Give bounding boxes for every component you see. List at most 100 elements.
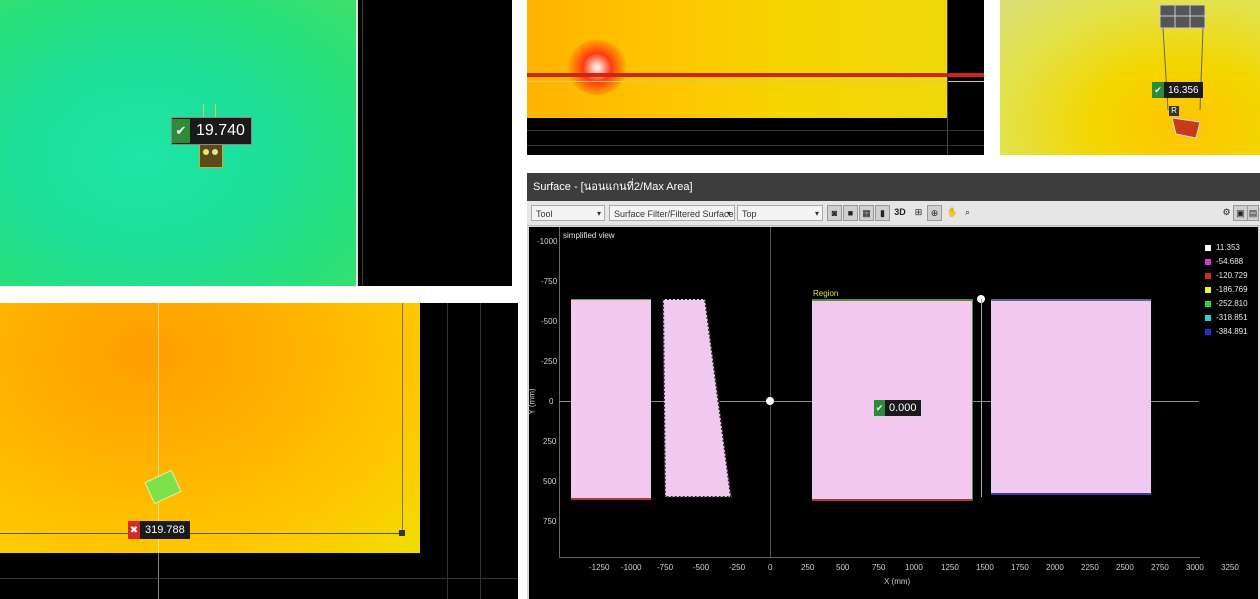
view-mode-4-button[interactable]: ▮ [875,205,890,221]
measurement-value: 319.788 [145,524,185,536]
scan-line-thin [527,81,984,82]
height-map-surface [0,303,420,553]
y-zero-line [770,227,771,557]
region-divider [981,299,982,497]
grid-line [158,303,159,599]
legend-entry: -252.810 [1205,299,1248,308]
window-title: Surface - [นอนแกนที่2/Max Area] [527,173,1260,201]
tools-icon: ⚙ [1222,207,1231,217]
settings-button[interactable]: ⚙ [1219,205,1234,221]
surface-filter-select[interactable]: Surface Filter/Filtered Surface ▾ [609,205,735,221]
surface-plot[interactable]: simplified view -1000 -750 -500 -250 0 2… [527,227,1258,599]
target-icon: ⊕ [930,208,939,218]
x-tick: 3250 [1221,563,1239,572]
height-map-panel-3: ✔ 16.356 R [1000,0,1260,155]
x-tick: -1250 [589,563,610,572]
bounding-box-wireframe [1159,4,1206,139]
tag-label: R [1169,106,1179,116]
legend-entry: 11.353 [1205,243,1240,252]
toolbar: Tool ▾ Surface Filter/Filtered Surface ▾ T… [527,201,1260,226]
check-icon: ✔ [1152,82,1164,98]
y-tick: -500 [541,317,558,326]
reset-view-button[interactable]: ⊕ [927,205,942,221]
x-tick: -500 [693,563,710,572]
chevron-down-icon: ▾ [814,209,819,218]
legend-entry: -384.891 [1205,327,1248,336]
image-icon: ▤ [1248,208,1258,218]
x-tick: -750 [657,563,674,572]
check-icon: ✔ [874,400,885,416]
legend-entry: -54.688 [1205,257,1243,266]
grid-line [480,303,481,599]
measurement-badge[interactable]: ✔ 0.000 [874,400,921,416]
x-tick: 2750 [1151,563,1169,572]
y-axis-label: Y (mm) [527,388,537,415]
scan-line [527,73,984,77]
y-tick: 250 [543,437,557,446]
x-tick: 3000 [1186,563,1204,572]
measurement-value: 19.740 [196,122,245,139]
view-mode-1-button[interactable]: ◙ [827,205,842,221]
surface-segment [661,299,733,498]
legend-entry: -186.769 [1205,285,1248,294]
view-select[interactable]: Top ▾ [737,205,823,221]
x-tick: 0 [768,563,773,572]
grid-toggle-button[interactable]: ⊞ [911,205,926,221]
x-tick: 1500 [976,563,994,572]
measurement-value: 16.356 [1168,84,1199,96]
region-label: Region [813,289,839,298]
zoom-button[interactable]: ⌕ [960,205,975,221]
chevron-down-icon: ▾ [726,209,731,218]
3d-button[interactable]: 3D [891,205,909,221]
x-tick: 750 [872,563,886,572]
snapshot-button[interactable]: ▤ [1247,205,1259,221]
tool-select[interactable]: Tool ▾ [531,205,605,221]
pan-button[interactable]: ✋ [945,205,960,221]
x-tick: -250 [729,563,746,572]
grid-line [947,0,948,155]
bars-icon: ▮ [880,208,885,218]
legend-entry: -120.729 [1205,271,1248,280]
y-tick: 750 [543,517,557,526]
surface-window: Surface - [นอนแกนที่2/Max Area] Tool ▾ Su… [527,173,1260,599]
x-tick: 1250 [941,563,959,572]
measurement-badge[interactable]: ✔ 16.356 [1152,82,1203,98]
layout-icon: ▣ [1236,208,1245,218]
measurement-value: 0.000 [889,402,917,414]
grid-line [0,578,518,579]
hot-spot [567,40,627,95]
view-mode-2-button[interactable]: ■ [843,205,858,221]
measurement-badge[interactable]: ✔ 19.740 [171,117,252,145]
x-tick: 250 [801,563,815,572]
x-tick: 500 [836,563,850,572]
check-icon: ✔ [172,119,190,143]
y-tick: 0 [549,397,554,406]
view-mode-3-button[interactable]: ▦ [859,205,874,221]
measured-object [199,142,223,168]
region-boundary [402,303,403,533]
x-tick: 1750 [1011,563,1029,572]
square-icon: ■ [847,208,854,218]
grid-line [527,145,984,146]
grid-line [527,130,984,131]
x-axis-label: X (mm) [884,577,911,586]
magnifier-icon: ⌕ [964,207,971,217]
square-dot-icon: ◙ [831,208,838,218]
mesh-icon: ⊞ [914,207,923,217]
x-tick: 2000 [1046,563,1064,572]
origin-marker [766,397,774,405]
y-tick: -250 [541,357,558,366]
x-tick: 2250 [1081,563,1099,572]
measurement-badge[interactable]: ✖ 319.788 [128,521,190,539]
height-map-panel-2 [527,0,984,155]
grid-line [362,0,363,286]
layout-button[interactable]: ▣ [1233,205,1248,221]
y-tick: -750 [541,277,558,286]
grid-line [447,303,448,599]
chevron-down-icon: ▾ [596,209,601,218]
surface-segment [571,299,651,500]
grid-icon: ▦ [862,208,871,218]
region-boundary [0,533,402,534]
height-map-panel-1: ✔ 19.740 [0,0,512,286]
boundary-line [356,0,358,286]
